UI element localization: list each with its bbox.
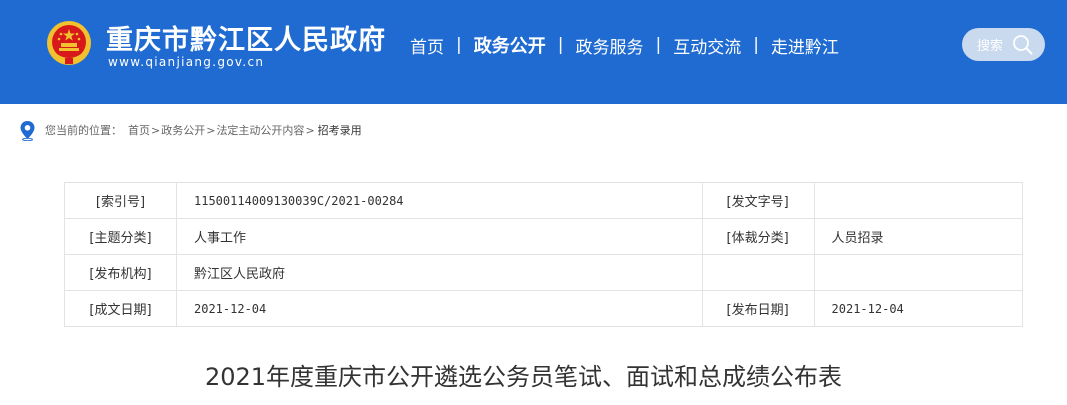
info-label-index: [索引号] xyxy=(64,182,177,219)
nav-separator: | xyxy=(557,35,564,55)
info-label-empty xyxy=(701,254,815,291)
info-label-genre: [体裁分类] xyxy=(701,218,815,255)
table-row: [索引号] 11500114009130039C/2021-00284 [发文字… xyxy=(64,182,1024,219)
search-button-label: 搜索 xyxy=(977,39,1004,54)
breadcrumb: 您当前的位置： 首页 > 政务公开 > 法定主动公开内容 > 招考录用 xyxy=(19,120,362,141)
breadcrumb-prefix: 您当前的位置： xyxy=(45,124,122,137)
info-label-written-date: [成文日期] xyxy=(64,290,177,327)
nav-item-home[interactable]: 首页 xyxy=(410,33,444,58)
search-icon xyxy=(1013,35,1033,55)
breadcrumb-separator: > xyxy=(305,123,315,137)
nav-separator: | xyxy=(753,35,759,55)
nav-separator: | xyxy=(655,35,662,55)
info-label-publisher: [发布机构] xyxy=(64,254,177,291)
table-row: [发布机构] 黔江区人民政府 xyxy=(64,254,1024,291)
main-nav: 首页 | 政务公开 | 政务服务 | 互动交流 | 走进黔江 xyxy=(410,32,839,58)
info-label-doc-number: [发文字号] xyxy=(701,182,815,219)
nav-separator: | xyxy=(456,35,462,55)
info-label-publish-date: [发布日期] xyxy=(701,290,815,327)
table-row: [成文日期] 2021-12-04 [发布日期] 2021-12-04 xyxy=(64,290,1024,327)
nav-item-gov-services[interactable]: 政务服务 xyxy=(575,33,643,58)
info-value-publisher: 黔江区人民政府 xyxy=(176,254,703,291)
site-name[interactable]: 重庆市黔江区人民政府 xyxy=(106,18,386,57)
national-emblem-icon[interactable] xyxy=(46,20,92,66)
info-value-doc-number xyxy=(813,182,1024,219)
nav-item-gov-affairs-open[interactable]: 政务公开 xyxy=(474,32,546,58)
breadcrumb-separator: > xyxy=(151,123,161,137)
nav-item-about-qianjiang[interactable]: 走进黔江 xyxy=(771,33,839,58)
info-value-empty xyxy=(813,254,1024,291)
location-pin-icon xyxy=(20,120,35,141)
info-value-index: 11500114009130039C/2021-00284 xyxy=(176,182,703,219)
site-header: 重庆市黔江区人民政府 www.qianjiang.gov.cn 首页 | 政务公… xyxy=(0,0,1067,104)
info-value-topic: 人事工作 xyxy=(176,218,703,255)
site-url: www.qianjiang.gov.cn xyxy=(108,55,265,69)
breadcrumb-link-statutory-content[interactable]: 法定主动公开内容 xyxy=(216,122,304,138)
nav-item-interaction[interactable]: 互动交流 xyxy=(673,33,741,58)
info-value-written-date: 2021-12-04 xyxy=(176,290,703,327)
info-value-genre: 人员招录 xyxy=(813,218,1024,255)
info-label-topic: [主题分类] xyxy=(64,218,177,255)
search-button[interactable]: 搜索 xyxy=(962,28,1045,61)
article-title: 2021年度重庆市公开遴选公务员笔试、面试和总成绩公布表 xyxy=(204,363,843,391)
breadcrumb-current: 招考录用 xyxy=(317,124,362,137)
info-value-publish-date: 2021-12-04 xyxy=(813,290,1024,327)
table-row: [主题分类] 人事工作 [体裁分类] 人员招录 xyxy=(64,218,1024,255)
breadcrumb-link-gov-affairs-open[interactable]: 政务公开 xyxy=(161,122,205,138)
breadcrumb-separator: > xyxy=(206,123,216,137)
document-info-table: [索引号] 11500114009130039C/2021-00284 [发文字… xyxy=(64,182,1024,327)
breadcrumb-link-home[interactable]: 首页 xyxy=(128,122,150,138)
